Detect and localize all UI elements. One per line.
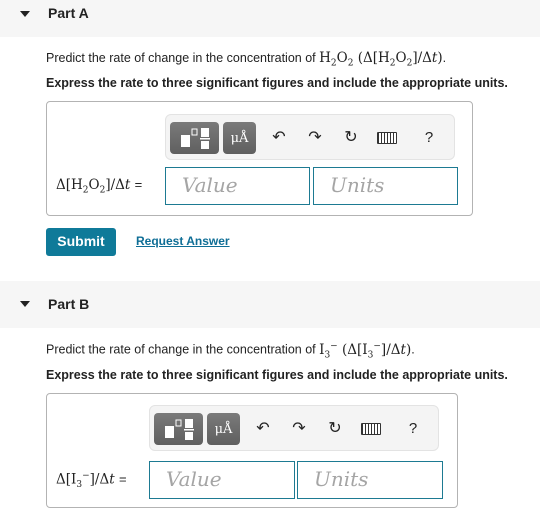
templates-icon bbox=[180, 128, 210, 149]
rate-label: Δ[H2O2]/Δt = bbox=[56, 177, 143, 196]
prompt-text: Predict the rate of change in the concen… bbox=[46, 51, 320, 65]
undo-icon[interactable]: ↶ bbox=[252, 418, 274, 440]
part-b-instruction: Express the rate to three significant fi… bbox=[46, 368, 508, 382]
templates-button[interactable] bbox=[170, 122, 219, 154]
request-answer-link[interactable]: Request Answer bbox=[136, 234, 230, 248]
help-icon[interactable]: ? bbox=[402, 418, 424, 440]
units-input[interactable]: Units bbox=[313, 167, 458, 205]
part-a-title: Part A bbox=[48, 5, 89, 21]
keyboard-icon[interactable] bbox=[376, 127, 398, 149]
units-icon: μÅ bbox=[230, 130, 249, 146]
reset-icon[interactable]: ↻ bbox=[324, 418, 346, 440]
undo-icon[interactable]: ↶ bbox=[268, 127, 290, 149]
part-a-prompt: Predict the rate of change in the concen… bbox=[46, 50, 446, 69]
units-button[interactable]: μÅ bbox=[207, 413, 240, 445]
prompt-suffix: . bbox=[411, 342, 415, 357]
math-toolbar: μÅ ↶ ↷ ↻ ? bbox=[165, 114, 455, 160]
part-a-instruction: Express the rate to three significant fi… bbox=[46, 76, 508, 90]
collapse-caret-icon[interactable] bbox=[20, 301, 30, 307]
collapse-caret-icon[interactable] bbox=[20, 11, 30, 17]
templates-icon bbox=[164, 419, 194, 440]
reset-icon[interactable]: ↻ bbox=[340, 127, 362, 149]
part-b-header[interactable]: Part B bbox=[0, 281, 540, 328]
redo-icon[interactable]: ↷ bbox=[304, 127, 326, 149]
part-b-prompt: Predict the rate of change in the concen… bbox=[46, 341, 415, 360]
value-input[interactable]: Value bbox=[165, 167, 310, 205]
part-a-answer-box: μÅ ↶ ↷ ↻ ? Δ[H2O2]/Δt = Value Units bbox=[46, 101, 473, 216]
keyboard-icon[interactable] bbox=[360, 418, 382, 440]
math-toolbar: μÅ ↶ ↷ ↻ ? bbox=[149, 405, 439, 451]
value-input[interactable]: Value bbox=[149, 461, 295, 499]
submit-button[interactable]: Submit bbox=[46, 228, 116, 256]
part-b-answer-box: μÅ ↶ ↷ ↻ ? Δ[I3−]/Δt = Value Units bbox=[46, 393, 458, 508]
help-icon[interactable]: ? bbox=[418, 127, 440, 149]
prompt-suffix: . bbox=[442, 51, 447, 65]
units-icon: μÅ bbox=[214, 421, 233, 437]
i3-formula: I3− (Δ[I3−]/Δt) bbox=[319, 341, 412, 361]
rate-label: Δ[I3−]/Δt = bbox=[56, 471, 127, 491]
templates-button[interactable] bbox=[154, 413, 203, 445]
part-a-header[interactable]: Part A bbox=[0, 0, 540, 37]
units-button[interactable]: μÅ bbox=[223, 122, 256, 154]
units-input[interactable]: Units bbox=[297, 461, 443, 499]
h2o2-formula: H2O2 (Δ[H2O2]/Δt) bbox=[319, 50, 443, 69]
prompt-text: Predict the rate of change in the concen… bbox=[46, 342, 320, 357]
redo-icon[interactable]: ↷ bbox=[288, 418, 310, 440]
part-b-title: Part B bbox=[48, 296, 90, 312]
